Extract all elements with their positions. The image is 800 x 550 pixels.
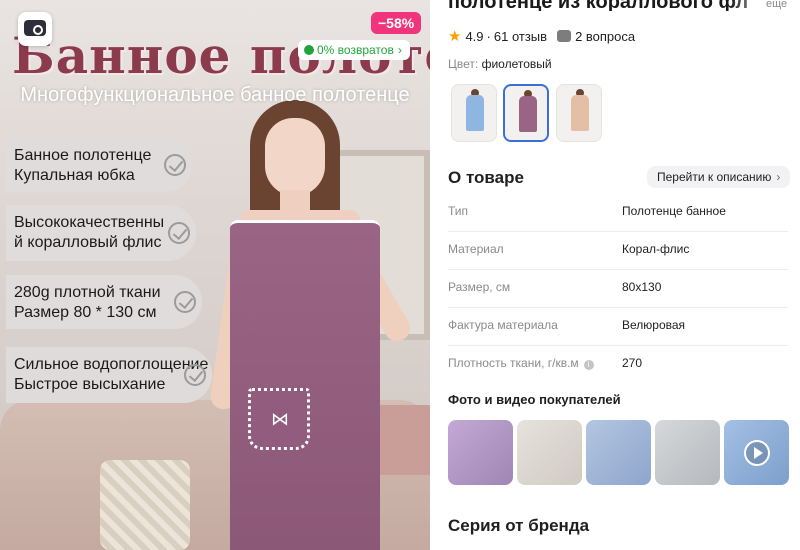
model-figure: ⋈ xyxy=(200,100,415,550)
checkmark-icon xyxy=(174,291,196,313)
rating-row: ★ 4.9 · 61 отзыв 2 вопроса xyxy=(448,27,635,45)
spec-row: Размер, см 80х130 xyxy=(448,270,788,308)
customer-photo-thumb[interactable] xyxy=(586,420,651,485)
feature-text: 280g плотной ткани xyxy=(14,284,161,301)
towel-dress: ⋈ xyxy=(230,220,380,550)
play-icon[interactable] xyxy=(744,440,770,466)
title-more-link[interactable]: еще xyxy=(766,0,787,10)
returns-icon xyxy=(304,45,314,55)
spec-key-text: Плотность ткани, г/кв.м xyxy=(448,356,579,370)
feature-badge: 280g плотной ткани Размер 80 * 130 см xyxy=(6,275,202,329)
feature-text: Быстрое высыхание xyxy=(14,376,166,393)
question-bubble-icon xyxy=(557,30,572,42)
hero-subheadline: Многофункциональное банное полотенце xyxy=(20,84,410,106)
returns-text: 0% возвратов xyxy=(317,43,394,57)
star-icon: ★ xyxy=(448,28,462,45)
goto-description-label: Перейти к описанию xyxy=(657,170,772,184)
info-icon[interactable]: i xyxy=(583,360,594,370)
rating-value: 4.9 xyxy=(465,29,484,44)
title-fade xyxy=(730,0,800,13)
checkmark-icon xyxy=(184,364,206,386)
product-title: полотенце из кораллового фл xyxy=(448,0,749,11)
spec-value: 80х130 xyxy=(622,280,662,294)
feature-text: Размер 80 * 130 см xyxy=(14,304,157,321)
about-section-title: О товаре xyxy=(448,168,524,187)
feature-badge: Сильное водопоглощение Быстрое высыхание xyxy=(6,347,212,403)
brand-series-title: Серия от бренда xyxy=(448,516,590,535)
feature-text: Купальная юбка xyxy=(14,167,135,184)
spec-key: Материал xyxy=(448,242,504,256)
feature-text: й коралловый флис xyxy=(14,234,162,251)
customer-photo-thumb[interactable] xyxy=(448,420,513,485)
spec-key: Фактура материала xyxy=(448,318,558,332)
swatch-figure xyxy=(519,96,537,132)
spec-value: Корал-флис xyxy=(622,242,690,256)
spec-key: Размер, см xyxy=(448,280,511,294)
separator-dot: · xyxy=(486,29,491,44)
spec-row: Фактура материала Велюровая xyxy=(448,308,788,346)
goto-description-button[interactable]: Перейти к описанию › xyxy=(647,166,791,188)
color-value: фиолетовый xyxy=(481,57,552,71)
model-face xyxy=(265,118,325,196)
color-label: Цвет: xyxy=(448,57,479,71)
feature-text: Высококачественны xyxy=(14,214,165,231)
spec-row: Тип Полотенце банное xyxy=(448,194,788,232)
feature-text: Банное полотенце xyxy=(14,147,152,164)
checkmark-icon xyxy=(164,154,186,176)
customer-video-thumb[interactable] xyxy=(724,420,789,485)
chevron-right-icon: › xyxy=(397,43,402,57)
color-swatch-beige[interactable] xyxy=(556,84,602,142)
spec-row: Материал Корал-флис xyxy=(448,232,788,270)
towel-pocket: ⋈ xyxy=(248,388,310,450)
swatch-figure xyxy=(466,95,484,131)
chevron-right-icon: › xyxy=(776,170,781,184)
reviews-link[interactable]: 61 отзыв xyxy=(494,29,547,44)
spec-value: Велюровая xyxy=(622,318,686,332)
questions-link[interactable]: 2 вопроса xyxy=(575,29,635,44)
feature-badge: Высококачественны й коралловый флис xyxy=(6,205,196,261)
returns-badge[interactable]: 0% возвратов › xyxy=(298,40,410,60)
spec-value: 270 xyxy=(622,356,643,370)
spec-row: Плотность ткани, г/кв.м i 270 xyxy=(448,346,788,384)
customer-photo-thumb[interactable] xyxy=(655,420,720,485)
customer-photos-title: Фото и видео покупателей xyxy=(448,392,621,407)
color-swatch-purple[interactable] xyxy=(503,84,549,142)
image-search-icon[interactable] xyxy=(18,12,52,46)
blanket-decor xyxy=(100,460,190,550)
bow-icon: ⋈ xyxy=(271,409,289,429)
discount-badge: −58% xyxy=(371,12,422,34)
checkmark-icon xyxy=(168,222,190,244)
spec-key: Плотность ткани, г/кв.м i xyxy=(448,356,594,370)
spec-value: Полотенце банное xyxy=(622,204,726,218)
color-swatch-blue[interactable] xyxy=(451,84,497,142)
customer-photo-thumb[interactable] xyxy=(517,420,582,485)
spec-key: Тип xyxy=(448,204,469,218)
color-row: Цвет: фиолетовый xyxy=(448,57,552,71)
feature-text: Сильное водопоглощение xyxy=(14,356,209,373)
product-main-image[interactable]: ⋈ Банное полотенце Многофункциональное б… xyxy=(0,0,430,550)
feature-badge: Банное полотенце Купальная юбка xyxy=(6,138,192,192)
swatch-figure xyxy=(571,95,589,131)
